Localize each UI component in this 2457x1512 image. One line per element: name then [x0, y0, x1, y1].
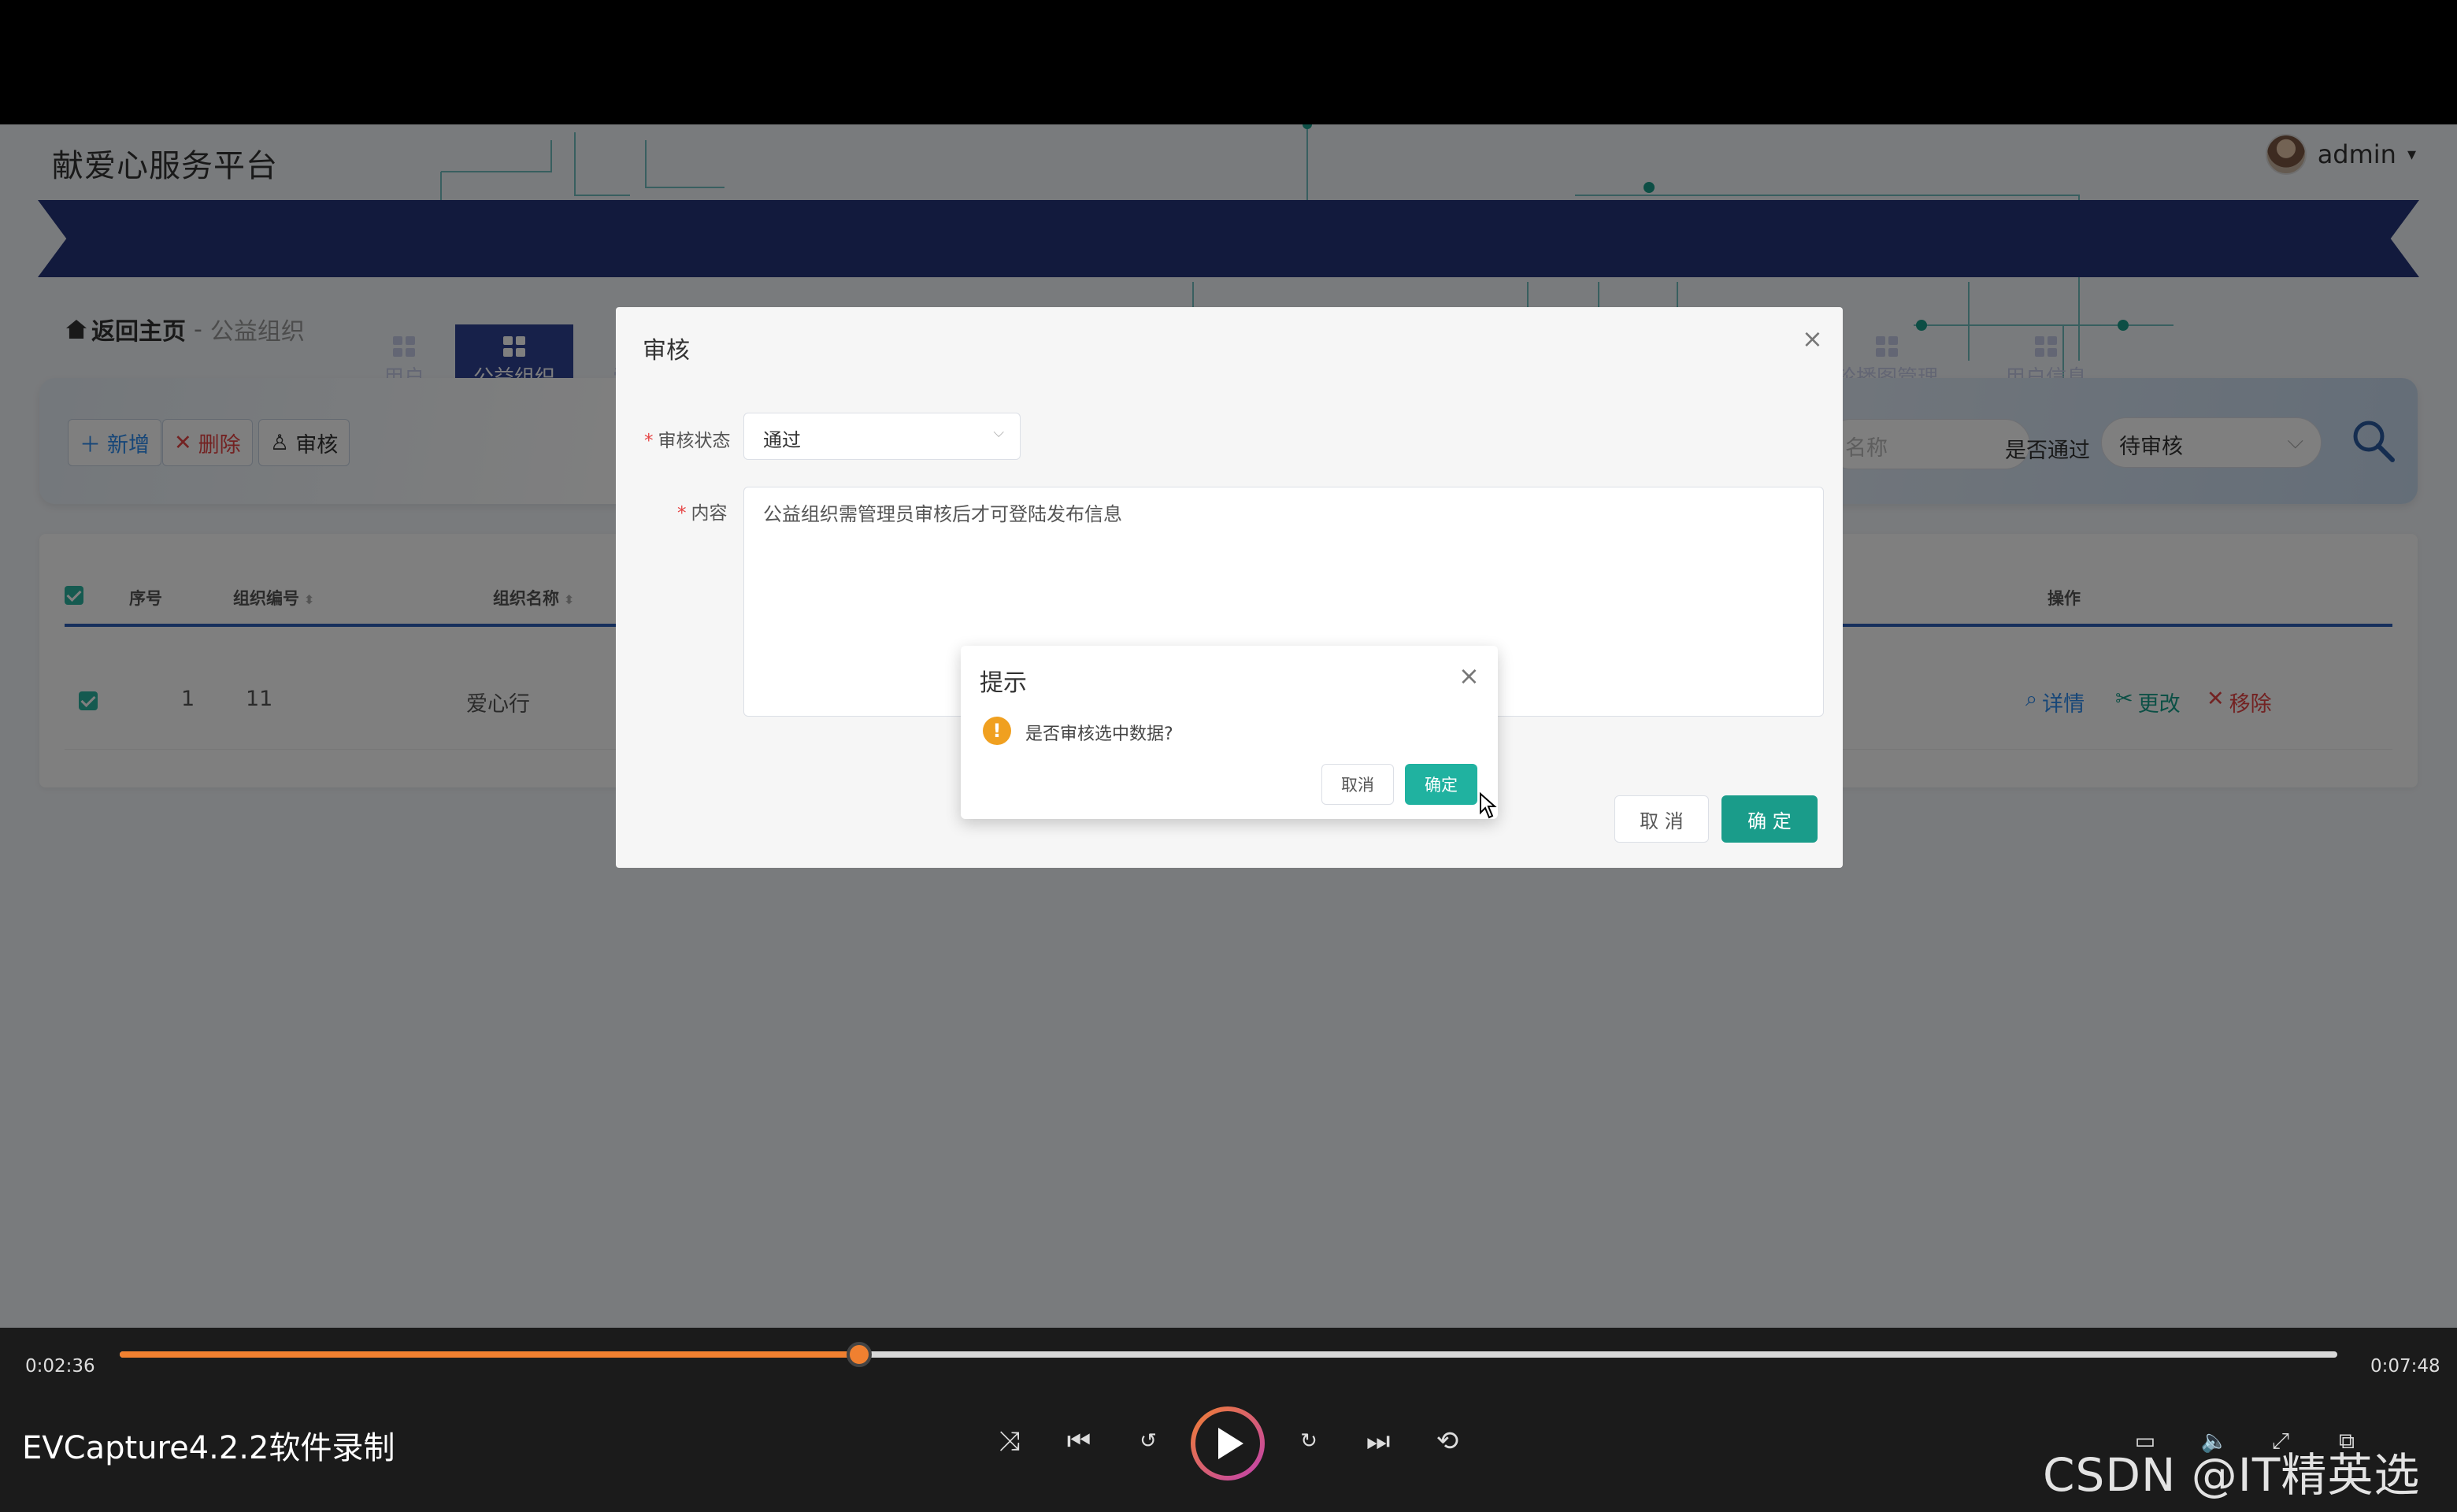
audit-confirm-button[interactable]: 确 定: [1721, 795, 1818, 843]
chevron-down-icon: ⌵: [993, 424, 1004, 441]
watermark: CSDN @IT精英选手: [2043, 1448, 2421, 1502]
seek-bar[interactable]: [120, 1342, 2337, 1367]
next-icon[interactable]: ⏭: [1354, 1418, 1402, 1465]
audit-status-select[interactable]: 通过 ⌵: [743, 413, 1021, 460]
shuffle-icon[interactable]: ⤨: [986, 1418, 1033, 1465]
content-label-text: 内容: [691, 503, 728, 524]
warning-icon: !: [983, 717, 1011, 745]
confirm-dialog-title: 提示: [980, 669, 1027, 697]
content-label: * 内容: [677, 503, 728, 524]
confirm-ok-button[interactable]: 确定: [1405, 764, 1477, 805]
rewind-10-icon[interactable]: ↺: [1125, 1418, 1172, 1465]
total-time: 0:07:48: [2370, 1356, 2440, 1377]
recorder-label: EVCapture4.2.2软件录制: [22, 1430, 395, 1466]
mouse-cursor-icon: [1480, 792, 1497, 819]
confirm-cancel-button[interactable]: 取消: [1321, 764, 1394, 805]
previous-icon[interactable]: ⏮: [1055, 1418, 1102, 1465]
play-button[interactable]: [1191, 1406, 1265, 1480]
close-icon[interactable]: ×: [1802, 326, 1823, 351]
play-button-inner: [1195, 1411, 1260, 1476]
play-icon: [1218, 1428, 1243, 1459]
current-time: 0:02:36: [25, 1356, 95, 1377]
audit-status-value: 通过: [763, 429, 801, 451]
forward-30-icon[interactable]: ↻: [1285, 1418, 1332, 1465]
confirm-dialog: 提示 × ! 是否审核选中数据? 取消 确定: [961, 646, 1498, 819]
video-player-controls: 0:02:36 0:07:48 EVCapture4.2.2软件录制 ⤨ ⏮ ↺…: [0, 1328, 2457, 1512]
audit-dialog-title: 审核: [643, 337, 690, 365]
confirm-message: 是否审核选中数据?: [1025, 724, 1173, 744]
audit-cancel-button[interactable]: 取 消: [1614, 795, 1709, 843]
close-icon[interactable]: ×: [1458, 663, 1480, 688]
seek-bar-progress: [120, 1351, 859, 1358]
status-label: * 审核状态: [644, 431, 731, 451]
status-label-text: 审核状态: [658, 431, 731, 451]
repeat-off-icon[interactable]: ⟲: [1424, 1418, 1471, 1465]
seek-bar-handle[interactable]: [846, 1342, 872, 1367]
